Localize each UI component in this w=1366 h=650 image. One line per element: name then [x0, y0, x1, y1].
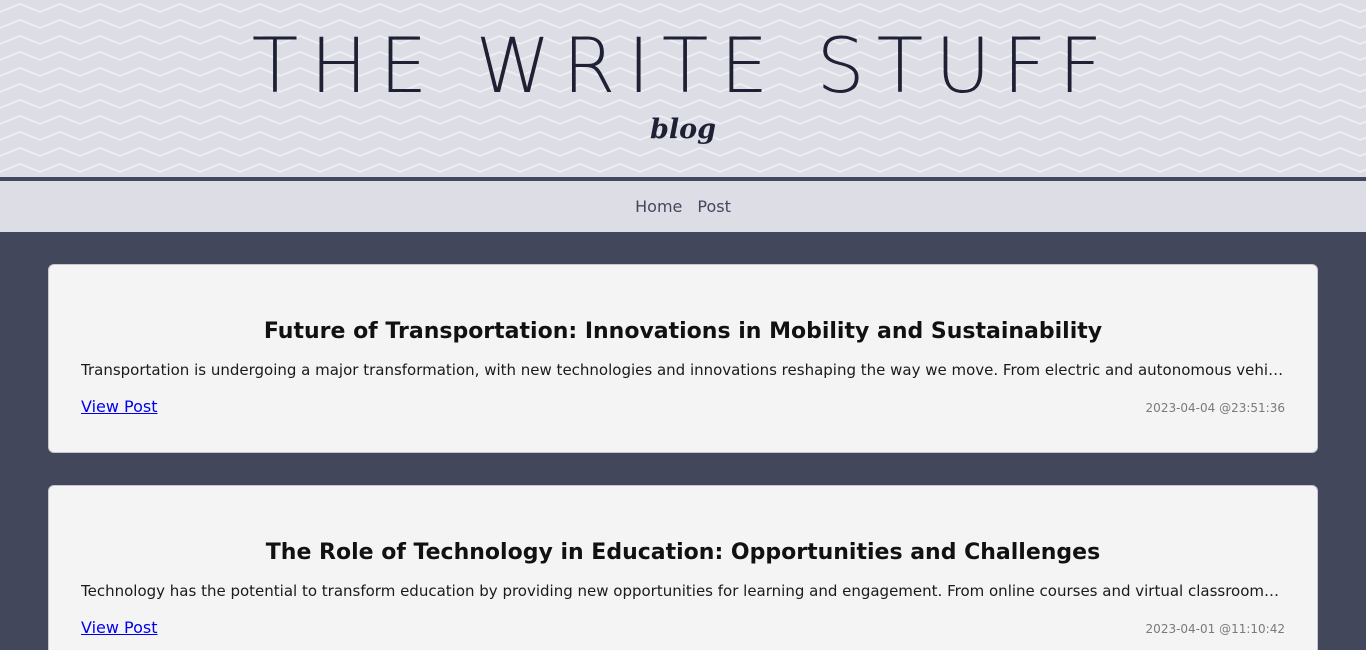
post-excerpt: Transportation is undergoing a major tra…: [81, 361, 1285, 379]
post-excerpt: Technology has the potential to transfor…: [81, 582, 1285, 600]
view-post-link[interactable]: View Post: [81, 618, 158, 637]
site-title[interactable]: THE WRITE STUFF: [0, 18, 1366, 114]
post-card: The Role of Technology in Education: Opp…: [48, 485, 1318, 650]
nav-post-link[interactable]: Post: [697, 197, 730, 216]
post-timestamp: 2023-04-04 @23:51:36: [1145, 401, 1285, 415]
post-list: Future of Transportation: Innovations in…: [0, 232, 1366, 650]
post-card: Future of Transportation: Innovations in…: [48, 264, 1318, 453]
nav-home-link[interactable]: Home: [635, 197, 682, 216]
main-nav: Home Post: [0, 181, 1366, 232]
post-footer: View Post 2023-04-01 @11:10:42: [81, 618, 1285, 637]
post-title: Future of Transportation: Innovations in…: [263, 319, 1103, 344]
post-footer: View Post 2023-04-04 @23:51:36: [81, 397, 1285, 416]
post-timestamp: 2023-04-01 @11:10:42: [1145, 622, 1285, 636]
post-title: The Role of Technology in Education: Opp…: [265, 540, 1101, 565]
view-post-link[interactable]: View Post: [81, 397, 158, 416]
site-header: THE WRITE STUFF blog: [0, 0, 1366, 177]
site-subtitle: blog: [649, 114, 717, 145]
